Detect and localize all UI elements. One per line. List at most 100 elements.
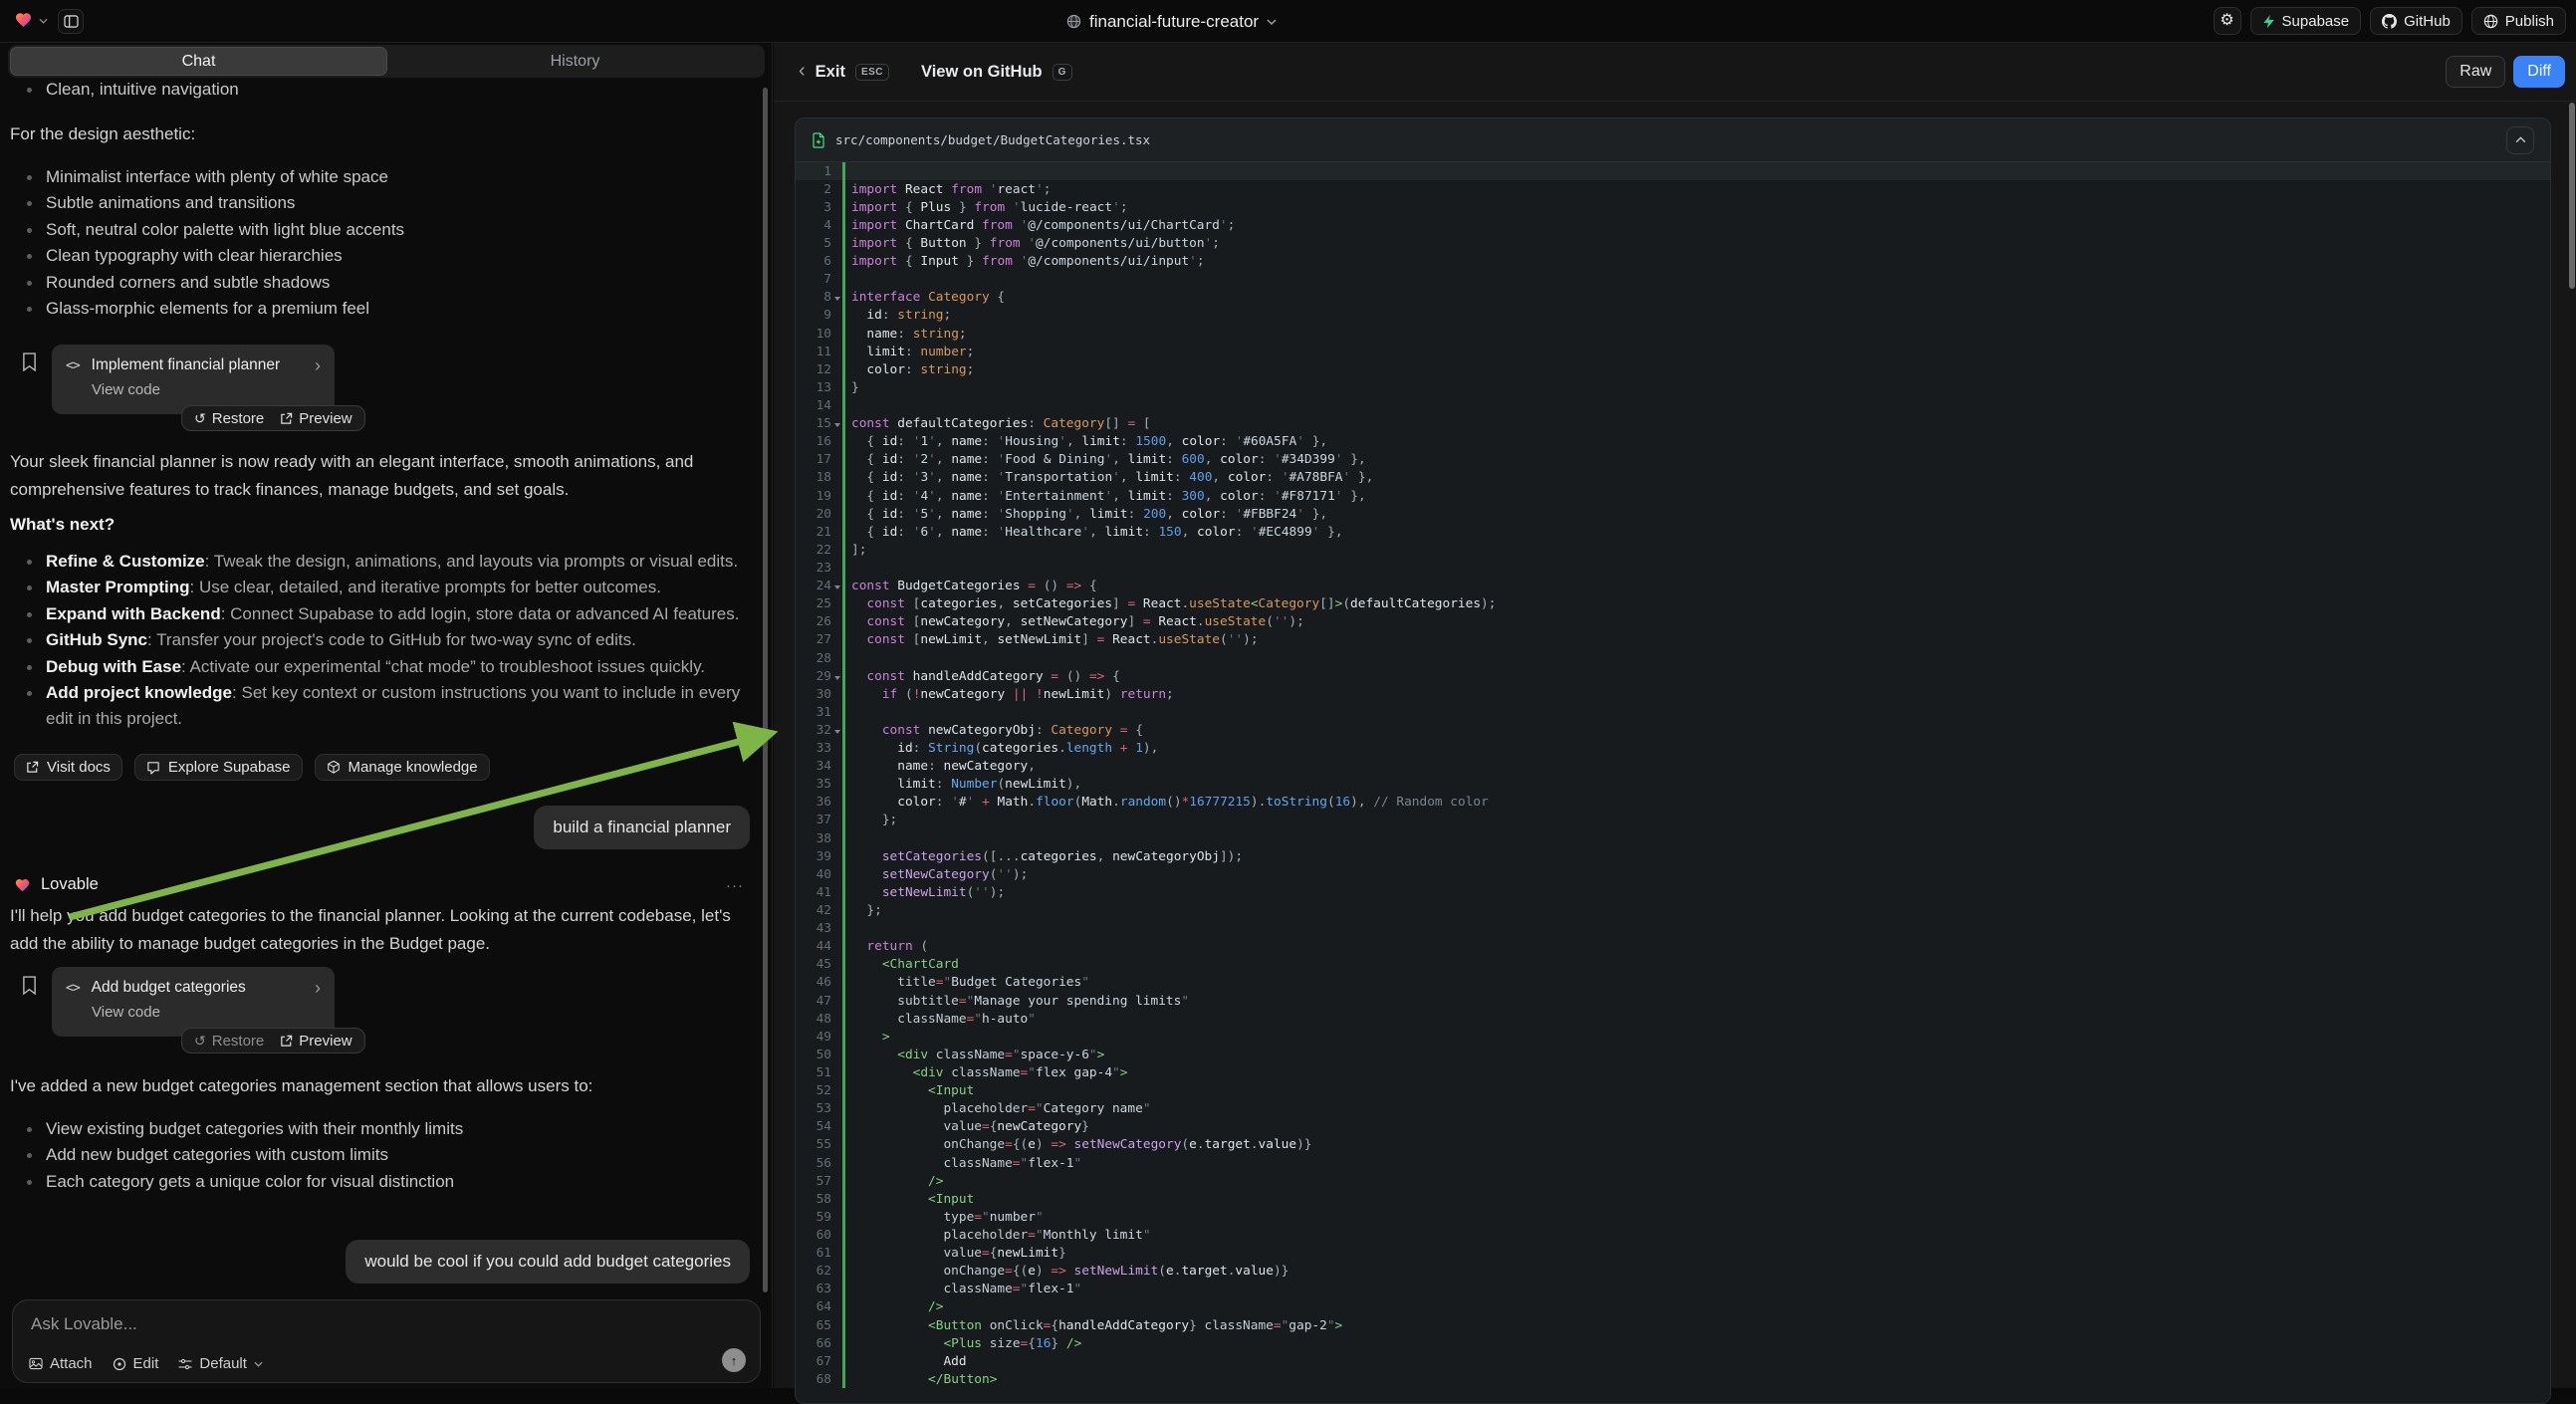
mode-selector[interactable]: Default xyxy=(178,1355,263,1372)
attach-button[interactable]: Attach xyxy=(29,1355,93,1372)
restore-button[interactable]: ↺ Restore xyxy=(194,1033,264,1050)
send-button[interactable]: ↑ xyxy=(722,1348,746,1372)
code-line: 37 }; xyxy=(796,812,2550,829)
external-link-icon xyxy=(26,761,39,774)
raw-toggle-button[interactable]: Raw xyxy=(2446,56,2505,88)
line-number: 57 xyxy=(796,1174,842,1189)
file-path: src/components/budget/BudgetCategories.t… xyxy=(835,132,1150,147)
code-line: 67 Add xyxy=(796,1352,2550,1370)
preview-button[interactable]: Preview xyxy=(280,1033,351,1050)
code-line: 20 { id: '5', name: 'Shopping', limit: 2… xyxy=(796,505,2550,523)
code-line: 65 <Button onClick={handleAddCategory} c… xyxy=(796,1316,2550,1334)
lovable-logo-icon[interactable] xyxy=(14,11,33,29)
external-link-icon xyxy=(280,412,293,425)
code-line: 13} xyxy=(796,378,2550,396)
code-editor[interactable]: 12import React from 'react';3import { Pl… xyxy=(796,162,2550,1388)
code-line: 14 xyxy=(796,396,2550,414)
line-number: 52 xyxy=(796,1083,842,1098)
diff-added-gutter xyxy=(842,703,845,721)
fold-caret-icon[interactable] xyxy=(834,730,840,734)
fold-caret-icon[interactable] xyxy=(834,676,840,680)
sliders-icon xyxy=(178,1357,192,1371)
chat-panel: Chat History Clean, intuitive navigation… xyxy=(0,43,773,1388)
fold-caret-icon[interactable] xyxy=(834,297,840,301)
added-summary: I've added a new budget categories manag… xyxy=(10,1072,751,1100)
code-line: 16 { id: '1', name: 'Housing', limit: 15… xyxy=(796,433,2550,451)
settings-button[interactable]: ⚙ xyxy=(2214,7,2241,35)
fold-caret-icon[interactable] xyxy=(834,423,840,427)
tab-history[interactable]: History xyxy=(387,47,763,76)
github-button[interactable]: GitHub xyxy=(2370,7,2462,35)
esc-shortcut-badge: ESC xyxy=(855,64,889,81)
line-number: 1 xyxy=(796,164,842,179)
line-number: 30 xyxy=(796,687,842,702)
explore-supabase-button[interactable]: Explore Supabase xyxy=(134,754,303,781)
visit-docs-label: Visit docs xyxy=(47,759,111,776)
logo-chevron-down-icon[interactable] xyxy=(39,18,48,24)
line-number: 5 xyxy=(796,236,842,251)
line-number: 33 xyxy=(796,741,842,756)
user-message-bubble: build a financial planner xyxy=(534,806,750,849)
back-chevron-icon: ‹ xyxy=(799,61,806,81)
project-menu[interactable]: financial-future-creator xyxy=(1066,0,1277,43)
code-line: 52 <Input xyxy=(796,1082,2550,1100)
list-item: Minimalist interface with plenty of whit… xyxy=(10,164,755,190)
manage-knowledge-button[interactable]: Manage knowledge xyxy=(315,754,490,781)
line-number: 18 xyxy=(796,470,842,485)
visit-docs-button[interactable]: Visit docs xyxy=(14,754,122,781)
line-number: 4 xyxy=(796,218,842,233)
publish-button[interactable]: Publish xyxy=(2471,7,2566,35)
supabase-button[interactable]: Supabase xyxy=(2250,7,2362,35)
chat-scrollbar-thumb[interactable] xyxy=(763,88,768,1292)
code-line: 9 id: string; xyxy=(796,307,2550,325)
line-number: 26 xyxy=(796,614,842,629)
view-code-link[interactable]: View code xyxy=(52,374,335,398)
exit-button[interactable]: Exit xyxy=(816,63,845,82)
edit-button[interactable]: Edit xyxy=(113,1355,159,1372)
view-code-link[interactable]: View code xyxy=(52,997,335,1021)
version-actions: ↺ Restore Preview xyxy=(181,1028,365,1053)
line-number: 16 xyxy=(796,434,842,449)
line-number: 46 xyxy=(796,975,842,990)
added-bullet-list: View existing budget categories with the… xyxy=(10,1116,755,1195)
publish-label: Publish xyxy=(2505,13,2554,30)
version-card-implement-financial-planner[interactable]: <> Implement financial planner › View co… xyxy=(52,345,335,414)
tab-chat[interactable]: Chat xyxy=(10,47,387,76)
diff-added-gutter xyxy=(842,162,845,180)
line-number: 20 xyxy=(796,507,842,522)
toggle-sidebar-button[interactable] xyxy=(58,9,84,34)
list-item: Add new budget categories with custom li… xyxy=(10,1142,755,1168)
collapse-file-button[interactable] xyxy=(2506,126,2534,154)
prompt-composer[interactable]: Ask Lovable... Attach Edit xyxy=(12,1299,761,1383)
bookmark-icon[interactable] xyxy=(22,976,37,995)
code-line: 68 </Button> xyxy=(796,1370,2550,1388)
composer-placeholder[interactable]: Ask Lovable... xyxy=(31,1314,137,1334)
bookmark-icon[interactable] xyxy=(22,352,37,371)
view-on-github-button[interactable]: View on GitHub G xyxy=(921,63,1072,82)
code-line: 30 if (!newCategory || !newLimit) return… xyxy=(796,685,2550,703)
code-line: 18 { id: '3', name: 'Transportation', li… xyxy=(796,469,2550,487)
whats-next-heading: What's next? xyxy=(10,515,115,535)
preview-button[interactable]: Preview xyxy=(280,410,351,427)
quick-actions-row: Visit docs Explore Supabase Manage knowl… xyxy=(14,754,490,781)
code-toolbar: ‹ Exit ESC View on GitHub G Raw Diff xyxy=(774,43,2576,102)
version-card-add-budget-categories[interactable]: <> Add budget categories › View code xyxy=(52,967,335,1037)
assistant-name: Lovable xyxy=(41,875,99,894)
fold-caret-icon[interactable] xyxy=(834,585,840,589)
code-scrollbar-thumb[interactable] xyxy=(2569,103,2575,289)
code-line: 15const defaultCategories: Category[] = … xyxy=(796,415,2550,433)
line-number: 55 xyxy=(796,1137,842,1152)
mode-label: Default xyxy=(199,1355,247,1372)
message-overflow-menu[interactable]: ··· xyxy=(726,877,744,894)
restore-button[interactable]: ↺ Restore xyxy=(194,410,264,427)
manage-knowledge-label: Manage knowledge xyxy=(349,759,478,776)
code-line: 48 className="h-auto" xyxy=(796,1010,2550,1028)
code-line: 62 onChange={(e) => setNewLimit(e.target… xyxy=(796,1263,2550,1281)
code-line: 38 xyxy=(796,829,2550,847)
list-item: Clean typography with clear hierarchies xyxy=(10,243,755,269)
code-line: 6import { Input } from '@/components/ui/… xyxy=(796,253,2550,271)
line-number: 29 xyxy=(796,669,842,684)
file-header[interactable]: src/components/budget/BudgetCategories.t… xyxy=(796,118,2550,162)
line-number: 10 xyxy=(796,327,842,342)
diff-toggle-button[interactable]: Diff xyxy=(2513,56,2565,88)
